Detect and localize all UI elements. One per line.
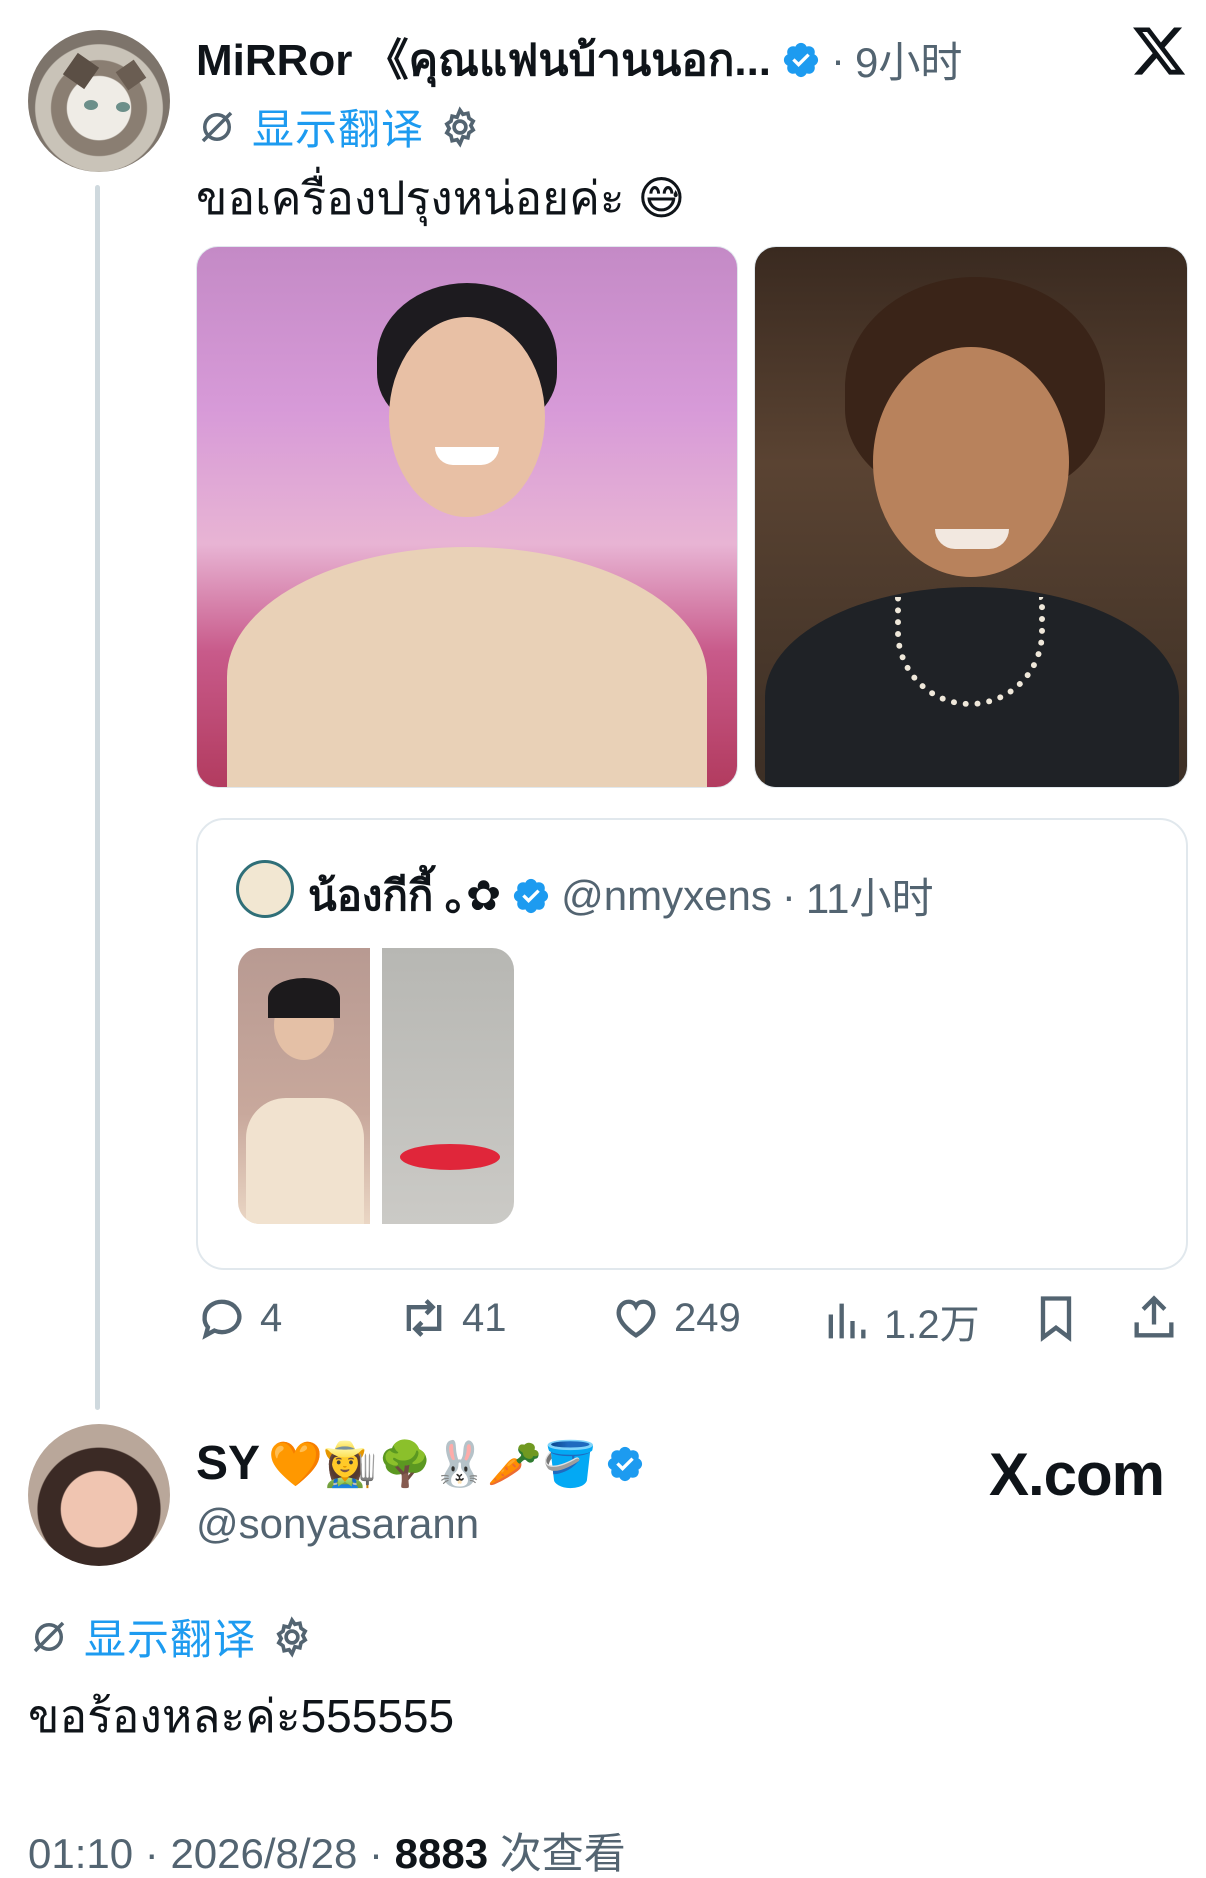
verified-badge-icon	[607, 1446, 642, 1481]
gear-icon[interactable]	[438, 105, 482, 149]
dot-separator: ·	[144, 1830, 159, 1877]
tweet-text: ขอเครื่องปรุงหน่อยค่ะ 😅	[196, 172, 686, 224]
author-avatar[interactable]	[28, 30, 170, 172]
tweet-image-1[interactable]	[196, 246, 738, 788]
xcom-watermark: X.com	[988, 1441, 1165, 1508]
views-count: 1.2万	[884, 1303, 980, 1347]
reply-handle[interactable]: @sonyasarann	[196, 1500, 479, 1548]
thread-line	[95, 185, 100, 1410]
x-logo-icon[interactable]	[1130, 22, 1188, 80]
share-icon	[1134, 1295, 1174, 1338]
quote-author-avatar	[236, 860, 294, 918]
show-translation-link[interactable]: 显示翻译	[252, 96, 424, 157]
retweet-count: 41	[462, 1295, 507, 1340]
footer-views-label: 次查看	[499, 1830, 626, 1877]
quote-handle: @nmyxens	[561, 871, 772, 919]
reply-header: SY 🧡👩‍🌾🌳🐰🥕🪣	[196, 1436, 645, 1491]
tweet-footer: 01:10 · 2026/8/28 · 8883 次查看	[28, 1820, 626, 1878]
bookmark-icon	[1040, 1296, 1072, 1342]
share-button[interactable]	[1128, 1292, 1180, 1344]
retweet-icon	[406, 1299, 442, 1337]
reply-count: 4	[260, 1295, 283, 1340]
reply-author-name[interactable]: SY	[196, 1436, 260, 1491]
quote-author-name: น้องกีกี้ ｡✿	[308, 872, 502, 919]
dot-separator: ·	[368, 1830, 383, 1877]
heart-icon	[616, 1299, 656, 1338]
like-button[interactable]: 249	[610, 1292, 741, 1344]
analytics-icon	[828, 1303, 866, 1339]
verified-badge-icon	[514, 878, 549, 913]
footer-date[interactable]: 2026/8/28	[170, 1830, 357, 1877]
footer-views-count: 8883	[394, 1830, 489, 1877]
name-emojis: 🧡👩‍🌾🌳🐰🥕🪣	[268, 1438, 597, 1490]
bookmark-button[interactable]	[1030, 1292, 1082, 1344]
reply-text: ขอร้องหละค่ะ555555	[28, 1690, 455, 1742]
reply-button[interactable]: 4	[196, 1292, 282, 1344]
translate-row: 显示翻译	[196, 96, 482, 157]
dot-separator: ·	[781, 871, 796, 919]
reply-author-avatar[interactable]	[28, 1424, 170, 1566]
translate-row: 显示翻译	[28, 1606, 314, 1667]
no-translate-icon	[201, 111, 233, 142]
tweet-time[interactable]: 9小时	[855, 29, 962, 90]
verified-badge-icon	[783, 42, 819, 77]
quote-image[interactable]	[238, 948, 514, 1224]
gear-icon[interactable]	[270, 1615, 314, 1659]
dot-separator: ·	[831, 35, 846, 83]
retweet-button[interactable]: 41	[398, 1292, 507, 1344]
tweet-action-bar: 4 41 249 1.2万	[196, 1292, 1188, 1352]
tweet-image-2[interactable]	[754, 246, 1188, 788]
reply-icon	[202, 1299, 242, 1340]
author-name[interactable]: MiRRor 《คุณแฟนบ้านนอก...	[196, 24, 771, 95]
views-button[interactable]: 1.2万	[820, 1292, 980, 1350]
no-translate-icon	[33, 1621, 65, 1652]
tweet-header: MiRRor 《คุณแฟนบ้านนอก... · 9小时	[196, 24, 962, 95]
show-translation-link[interactable]: 显示翻译	[84, 1606, 256, 1667]
quote-time: 11小时	[805, 875, 934, 922]
footer-time[interactable]: 01:10	[28, 1830, 133, 1877]
like-count: 249	[674, 1295, 741, 1340]
quote-header: น้องกีกี้ ｡✿ @nmyxens · 11小时	[308, 862, 933, 929]
